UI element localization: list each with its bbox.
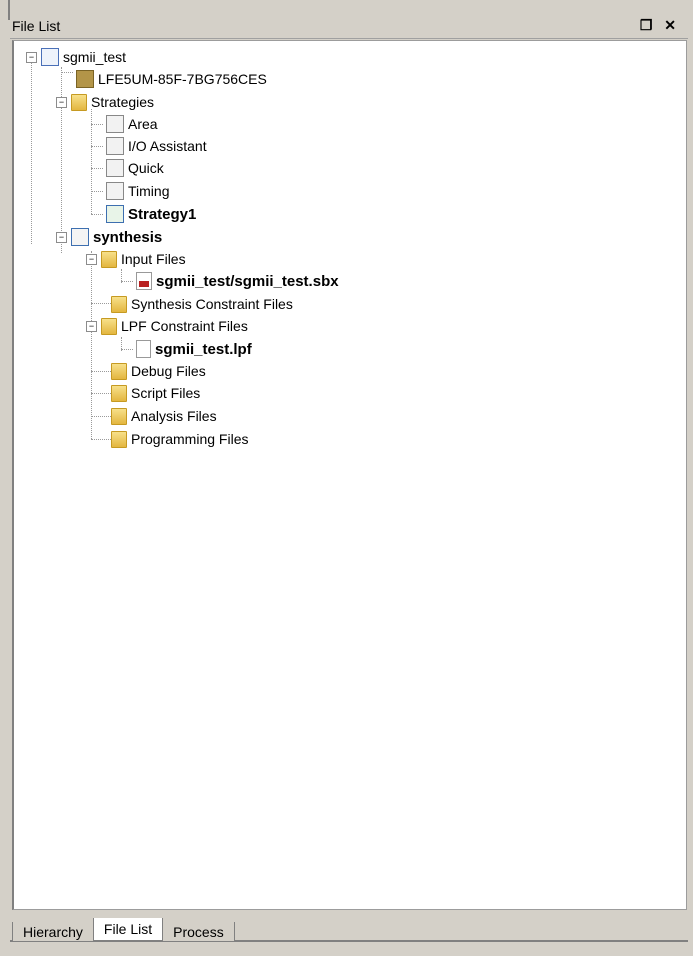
strategy-label: Quick <box>128 160 164 176</box>
tree-node-programming-files[interactable]: Programming Files <box>111 428 248 450</box>
strategy-label: Strategy1 <box>128 205 197 223</box>
collapse-icon[interactable]: − <box>56 231 67 243</box>
file-label: sgmii_test.lpf <box>155 340 252 358</box>
tree-node-analysis-files[interactable]: Analysis Files <box>111 405 217 427</box>
folder-label: Script Files <box>131 385 201 401</box>
tree-connector <box>91 303 111 304</box>
implementation-icon <box>71 228 89 246</box>
strategy-label: Timing <box>128 183 170 199</box>
folder-icon <box>111 407 127 425</box>
collapse-icon[interactable]: − <box>26 51 37 63</box>
tree-connector <box>121 281 133 282</box>
file-label: sgmii_test/sgmii_test.sbx <box>156 272 339 290</box>
tab-process[interactable]: Process <box>162 922 235 942</box>
tab-strip: Hierarchy File List Process <box>12 918 235 942</box>
tree-connector <box>121 349 133 350</box>
tree-node-synthesis-constraint-files[interactable]: Synthesis Constraint Files <box>111 293 293 315</box>
project-icon <box>41 48 59 66</box>
tree-connector <box>91 251 92 439</box>
strategy-label: I/O Assistant <box>128 138 207 154</box>
strategy-icon <box>106 115 124 133</box>
file-tree-panel[interactable]: − sgmii_test LFE5UM-85F-7BG756CES − Stra… <box>12 40 687 910</box>
tree-node-device[interactable]: LFE5UM-85F-7BG756CES <box>76 68 267 90</box>
tree-connector <box>91 439 111 440</box>
project-label: sgmii_test <box>63 49 127 65</box>
tree-connector <box>91 124 103 125</box>
file-tree[interactable]: − sgmii_test LFE5UM-85F-7BG756CES − Stra… <box>14 41 686 909</box>
tree-node-strategy1[interactable]: Strategy1 <box>106 203 196 225</box>
folder-icon <box>71 93 87 111</box>
tree-connector <box>91 214 103 215</box>
restore-icon[interactable]: ❐ <box>640 17 657 33</box>
strategies-label: Strategies <box>91 94 155 110</box>
active-strategy-icon <box>106 205 124 223</box>
folder-label: Synthesis Constraint Files <box>131 296 293 312</box>
tree-connector <box>31 56 32 244</box>
tree-node-synthesis[interactable]: − synthesis <box>56 226 162 248</box>
strategy-icon <box>106 182 124 200</box>
tree-node-strategies[interactable]: − Strategies <box>56 91 154 113</box>
tree-node-strategy-io-assistant[interactable]: I/O Assistant <box>106 135 207 157</box>
chip-icon <box>76 70 94 88</box>
tree-node-sbx-file[interactable]: sgmii_test/sgmii_test.sbx <box>136 270 339 292</box>
tree-connector <box>91 168 103 169</box>
document-icon <box>136 340 151 358</box>
tree-node-strategy-quick[interactable]: Quick <box>106 157 164 179</box>
folder-icon <box>111 295 127 313</box>
strategy-icon <box>106 159 124 177</box>
folder-icon <box>111 362 127 380</box>
folder-icon <box>101 317 117 335</box>
device-label: LFE5UM-85F-7BG756CES <box>98 71 267 87</box>
sbx-file-icon <box>136 272 152 290</box>
folder-label: Programming Files <box>131 431 249 447</box>
collapse-icon[interactable]: − <box>86 320 97 332</box>
collapse-icon[interactable]: − <box>56 96 67 108</box>
panel-title: File List <box>12 18 61 34</box>
strategy-icon <box>106 137 124 155</box>
close-icon[interactable]: ✕ <box>664 17 680 33</box>
folder-label: Analysis Files <box>131 408 217 424</box>
tab-hierarchy[interactable]: Hierarchy <box>12 922 94 942</box>
tree-node-script-files[interactable]: Script Files <box>111 382 200 404</box>
tree-connector <box>91 191 103 192</box>
tree-connector <box>91 371 111 372</box>
folder-icon <box>101 250 117 268</box>
folder-label: LPF Constraint Files <box>121 318 248 334</box>
folder-icon <box>111 430 127 448</box>
tab-file-list[interactable]: File List <box>92 918 164 942</box>
tree-connector <box>91 393 111 394</box>
implementation-label: synthesis <box>93 228 163 246</box>
folder-icon <box>111 384 127 402</box>
strategy-label: Area <box>128 116 158 132</box>
tree-node-debug-files[interactable]: Debug Files <box>111 360 206 382</box>
tree-node-lpf-constraint-files[interactable]: − LPF Constraint Files <box>86 315 248 337</box>
panel-titlebar: File List ❐ ✕ <box>10 14 688 39</box>
tree-node-lpf-file[interactable]: sgmii_test.lpf <box>136 338 252 360</box>
tree-node-strategy-timing[interactable]: Timing <box>106 180 170 202</box>
tree-node-strategy-area[interactable]: Area <box>106 113 158 135</box>
tree-node-input-files[interactable]: − Input Files <box>86 248 186 270</box>
folder-label: Debug Files <box>131 363 206 379</box>
tree-node-project[interactable]: − sgmii_test <box>26 46 126 68</box>
collapse-icon[interactable]: − <box>86 253 97 265</box>
folder-label: Input Files <box>121 251 186 267</box>
tree-connector <box>91 146 103 147</box>
tree-connector <box>91 416 111 417</box>
tree-connector <box>61 72 73 73</box>
